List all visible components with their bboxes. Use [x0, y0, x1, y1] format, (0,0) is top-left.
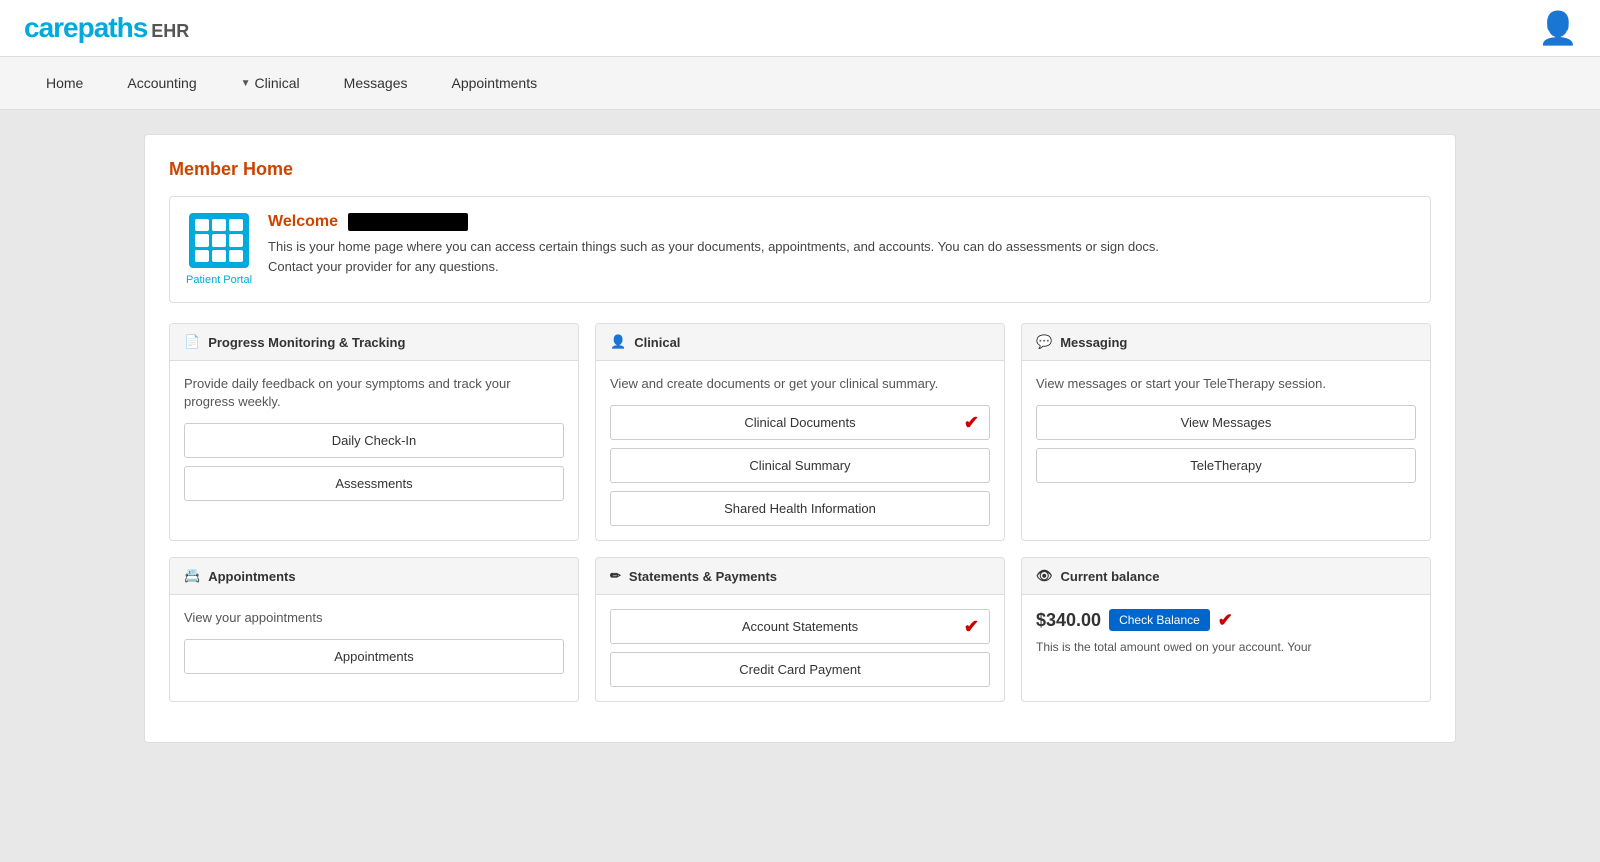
clinical-documents-checkmark: ✔ [964, 412, 979, 433]
card-clinical-body: View and create documents or get your cl… [596, 361, 1004, 540]
card-appointments-description: View your appointments [184, 609, 564, 627]
card-progress-description: Provide daily feedback on your symptoms … [184, 375, 564, 411]
portal-icon-cell [212, 219, 226, 231]
welcome-card: Patient Portal Welcome This is your home… [169, 196, 1431, 303]
portal-label: Patient Portal [186, 274, 252, 286]
person-icon: 👤 [610, 334, 626, 350]
card-appointments: 📇 Appointments View your appointments Ap… [169, 557, 579, 702]
account-statements-checkmark: ✔ [964, 616, 979, 637]
chat-icon: 💬 [1036, 334, 1052, 350]
welcome-name-redacted [348, 213, 468, 231]
user-person-icon: 👤 [1538, 9, 1578, 47]
nav-accounting-label: Accounting [127, 75, 196, 91]
card-clinical-header: 👤 Clinical [596, 324, 1004, 361]
nav-item-messages[interactable]: Messages [322, 57, 430, 109]
header: carepaths EHR 👤 [0, 0, 1600, 57]
card-progress-header: 📄 Progress Monitoring & Tracking [170, 324, 578, 361]
card-statements-body: Account Statements ✔ Credit Card Payment [596, 595, 1004, 701]
card-messaging-header: 💬 Messaging [1022, 324, 1430, 361]
account-statements-button[interactable]: Account Statements ✔ [610, 609, 990, 644]
card-clinical-title: Clinical [634, 335, 680, 350]
card-balance-title: Current balance [1061, 569, 1160, 584]
clinical-documents-button[interactable]: Clinical Documents ✔ [610, 405, 990, 440]
nav-appointments-label: Appointments [451, 75, 537, 91]
nav-item-appointments[interactable]: Appointments [429, 57, 559, 109]
card-progress-title: Progress Monitoring & Tracking [208, 335, 405, 350]
card-balance: 👁 Current balance $340.00 Check Balance … [1021, 557, 1431, 702]
welcome-description: This is your home page where you can acc… [268, 237, 1159, 276]
nav-clinical-label: Clinical [255, 75, 300, 91]
card-statements: ✏ Statements & Payments Account Statemen… [595, 557, 1005, 702]
balance-value: $340.00 [1036, 610, 1101, 631]
card-balance-header: 👁 Current balance [1022, 558, 1430, 595]
card-clinical: 👤 Clinical View and create documents or … [595, 323, 1005, 541]
member-home-title: Member Home [169, 159, 1431, 180]
nav-messages-label: Messages [344, 75, 408, 91]
document-icon: 📄 [184, 334, 200, 350]
card-statements-header: ✏ Statements & Payments [596, 558, 1004, 595]
person-card-icon: 📇 [184, 568, 200, 584]
nav-item-accounting[interactable]: Accounting [105, 57, 218, 109]
teletherapy-button[interactable]: TeleTherapy [1036, 448, 1416, 483]
card-appointments-title: Appointments [208, 569, 295, 584]
card-clinical-description: View and create documents or get your cl… [610, 375, 990, 393]
user-avatar[interactable]: 👤 [1540, 10, 1576, 46]
check-balance-button[interactable]: Check Balance [1109, 609, 1210, 631]
card-balance-body: $340.00 Check Balance ✔ This is the tota… [1022, 595, 1430, 670]
balance-amount: $340.00 Check Balance ✔ [1036, 609, 1416, 631]
portal-icon-cell [212, 250, 226, 262]
logo: carepaths EHR [24, 12, 189, 44]
appointments-button[interactable]: Appointments [184, 639, 564, 674]
portal-icon-cell [212, 234, 226, 246]
assessments-button[interactable]: Assessments [184, 466, 564, 501]
card-messaging-title: Messaging [1060, 335, 1127, 350]
portal-icon [189, 213, 249, 268]
bottom-cards-grid: 📇 Appointments View your appointments Ap… [169, 557, 1431, 702]
portal-icon-cell [229, 250, 243, 262]
nav-item-home[interactable]: Home [24, 57, 105, 109]
welcome-text: Welcome This is your home page where you… [268, 213, 1159, 276]
shared-health-button[interactable]: Shared Health Information [610, 491, 990, 526]
card-progress: 📄 Progress Monitoring & Tracking Provide… [169, 323, 579, 541]
balance-description: This is the total amount owed on your ac… [1036, 639, 1416, 656]
portal-icon-cell [195, 234, 209, 246]
card-appointments-body: View your appointments Appointments [170, 595, 578, 688]
clinical-dropdown-arrow: ▼ [241, 78, 251, 89]
portal-icon-cell [195, 250, 209, 262]
balance-checkmark: ✔ [1218, 610, 1233, 631]
main-content: Member Home Patient Portal [120, 110, 1480, 767]
card-messaging-body: View messages or start your TeleTherapy … [1022, 361, 1430, 497]
top-cards-grid: 📄 Progress Monitoring & Tracking Provide… [169, 323, 1431, 541]
card-statements-title: Statements & Payments [629, 569, 777, 584]
card-messaging-description: View messages or start your TeleTherapy … [1036, 375, 1416, 393]
portal-icon-cell [195, 219, 209, 231]
portal-icon-cell [229, 234, 243, 246]
view-messages-button[interactable]: View Messages [1036, 405, 1416, 440]
eye-icon: 👁 [1036, 568, 1053, 584]
logo-carepaths-text: carepaths [24, 12, 147, 44]
nav-item-clinical[interactable]: ▼ Clinical [219, 57, 322, 109]
daily-checkin-button[interactable]: Daily Check-In [184, 423, 564, 458]
card-progress-body: Provide daily feedback on your symptoms … [170, 361, 578, 515]
member-home-container: Member Home Patient Portal [144, 134, 1456, 743]
card-messaging: 💬 Messaging View messages or start your … [1021, 323, 1431, 541]
edit-icon: ✏ [610, 568, 621, 584]
nav-home-label: Home [46, 75, 83, 91]
welcome-heading: Welcome [268, 213, 338, 231]
navbar: Home Accounting ▼ Clinical Messages Appo… [0, 57, 1600, 110]
card-appointments-header: 📇 Appointments [170, 558, 578, 595]
logo-ehr-text: EHR [151, 21, 189, 42]
portal-icon-cell [229, 219, 243, 231]
portal-icon-wrap: Patient Portal [186, 213, 252, 286]
clinical-summary-button[interactable]: Clinical Summary [610, 448, 990, 483]
credit-card-payment-button[interactable]: Credit Card Payment [610, 652, 990, 687]
